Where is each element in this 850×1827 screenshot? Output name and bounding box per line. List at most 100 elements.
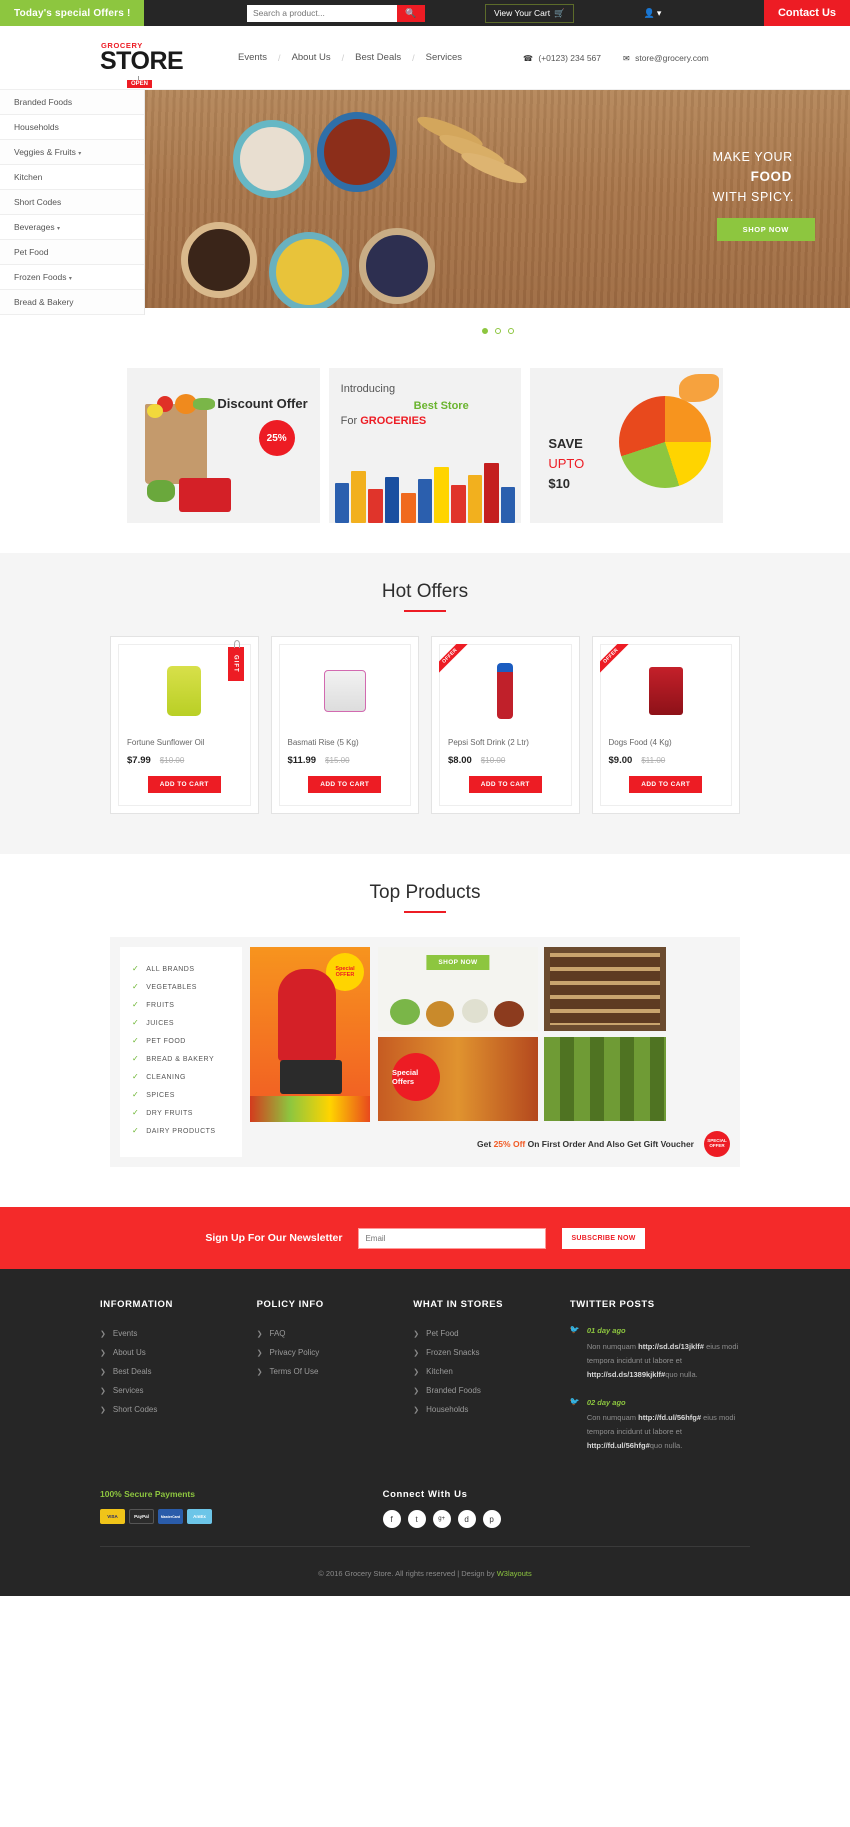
tweet-link[interactable]: http://sd.ds/13jklf# [638,1342,704,1351]
footer-link-label: Services [112,1386,144,1395]
category-item-dairy-products[interactable]: ✓ DAIRY PRODUCTS [132,1121,242,1139]
product-name: Fortune Sunflower Oil [127,738,205,747]
tweet-link[interactable]: http://fd.ul/56hfg# [638,1413,701,1422]
add-to-cart-button[interactable]: ADD TO CART [629,776,703,793]
promo-for-groceries: For GROCERIES [341,415,427,427]
sidebar-item-pet-food[interactable]: Pet Food [0,240,144,265]
product-card[interactable]: OFFER Pepsi Soft Drink (2 Ltr) $8.00 $10… [431,636,580,814]
sidebar-item-kitchen[interactable]: Kitchen [0,165,144,190]
footer-link-terms-of-use[interactable]: ❯ Terms Of Use [257,1362,414,1381]
sidebar-item-beverages[interactable]: Beverages ▾ [0,215,144,240]
site-footer: INFORMATION ❯ Events ❯ About Us ❯ Best Deal… [0,1269,850,1596]
footer-link-label: Households [426,1405,469,1414]
package [500,487,516,523]
category-item-dry-fruits[interactable]: ✓ DRY FRUITS [132,1103,242,1121]
tweet-text: quo nulla. [649,1441,683,1451]
footer-link-frozen-snacks[interactable]: ❯ Frozen Snacks [413,1343,570,1362]
footer-link-privacy-policy[interactable]: ❯ Privacy Policy [257,1343,414,1362]
store-aisle-tile[interactable] [544,947,666,1031]
category-item-pet-food[interactable]: ✓ PET FOOD [132,1031,242,1049]
search-input[interactable] [247,4,397,22]
contact-us-button[interactable]: Contact Us [763,0,850,26]
featured-offer-image[interactable]: Special OFFER [250,947,370,1122]
category-item-all-brands[interactable]: ✓ ALL BRANDS [132,959,242,977]
promo-card-best-store[interactable]: Introducing Best Store For GROCERIES [328,368,522,523]
sidebar-label: Frozen Foods [14,272,67,282]
category-item-fruits[interactable]: ✓ FRUITS [132,995,242,1013]
cart-icon: 🛒 [554,7,565,18]
footer-link-about-us[interactable]: ❯ About Us [100,1343,257,1362]
subscribe-button[interactable]: SUBSCRIBE NOW [562,1227,645,1249]
twitter-icon[interactable]: t [407,1510,426,1528]
logo[interactable]: GROCERY STORE OPEN [100,41,195,89]
spices-bowls-image [390,999,420,1025]
check-icon: ✓ [132,1035,140,1045]
sidebar-item-bread-bakery[interactable]: Bread & Bakery [0,290,144,315]
special-offers-circle: Special Offers [392,1053,440,1101]
sidebar-item-short-codes[interactable]: Short Codes [0,190,144,215]
special-offers-tile[interactable]: Special Offers [378,1037,538,1121]
product-card[interactable]: GIFT Fortune Sunflower Oil $7.99 $10.00 … [110,636,259,814]
vegetables-tile[interactable] [544,1037,666,1121]
category-item-juices[interactable]: ✓ JUICES [132,1013,242,1031]
sidebar-item-households[interactable]: Households [0,115,144,140]
add-to-cart-button[interactable]: ADD TO CART [308,776,382,793]
footer-link-faq[interactable]: ❯ FAQ [257,1324,414,1343]
promo-card-save[interactable]: SAVE UPTO $10 [530,368,724,523]
designer-link[interactable]: W3layouts [497,1569,532,1578]
footer-link-households[interactable]: ❯ Households [413,1400,570,1419]
nav-item-about-us[interactable]: About Us [281,52,342,63]
category-label: PET FOOD [146,1037,186,1045]
product-card[interactable]: OFFER Dogs Food (4 Kg) $9.00 $11.00 ADD … [591,636,740,814]
chevron-down-icon: ▾ [78,151,82,157]
user-icon: 👤 [643,7,655,18]
hero-shop-now-button[interactable]: SHOP NOW [716,218,815,241]
shop-now-button[interactable]: SHOP NOW [426,955,490,970]
nav-item-services[interactable]: Services [415,52,473,63]
chevron-right-icon: ❯ [100,1349,106,1357]
dribbble-icon[interactable]: d [457,1510,476,1528]
google-plus-icon[interactable]: g+ [432,1510,451,1528]
footer-link-pet-food[interactable]: ❯ Pet Food [413,1324,570,1343]
carousel-dot-2[interactable] [494,328,501,334]
carousel-dot-3[interactable] [507,328,514,334]
sidebar-item-branded-foods[interactable]: Branded Foods [0,90,144,115]
footer-link-short-codes[interactable]: ❯ Short Codes [100,1400,257,1419]
sidebar-item-veggies-fruits[interactable]: Veggies & Fruits ▾ [0,140,144,165]
shop-now-tile[interactable]: SHOP NOW [378,947,538,1031]
nav-item-best-deals[interactable]: Best Deals [344,52,412,63]
footer-link-events[interactable]: ❯ Events [100,1324,257,1343]
tweet-link[interactable]: http://fd.ul/56hfg# [587,1441,650,1450]
footer-link-best-deals[interactable]: ❯ Best Deals [100,1362,257,1381]
search-form: 🔍 [247,0,425,26]
promo-card-discount[interactable]: Discount Offer 25% [127,368,320,523]
food-strip-image [250,1096,370,1122]
add-to-cart-button[interactable]: ADD TO CART [147,776,221,793]
footer-link-services[interactable]: ❯ Services [100,1381,257,1400]
shopper-photo [278,969,336,1061]
hero-line-3: WITH SPICY. [712,190,794,205]
hero-banner: MAKE YOUR FOOD WITH SPICY. SHOP NOW [145,90,850,308]
search-icon[interactable]: 🔍 [397,4,425,22]
category-label: ALL BRANDS [146,965,195,973]
footer-link-kitchen[interactable]: ❯ Kitchen [413,1362,570,1381]
user-menu[interactable]: 👤 ▾ [644,0,662,26]
newsletter-email-input[interactable] [358,1227,547,1249]
carousel-dot-1[interactable] [481,328,488,334]
footer-link-branded-foods[interactable]: ❯ Branded Foods [413,1381,570,1400]
facebook-icon[interactable]: f [382,1510,401,1528]
product-card-inner: OFFER Dogs Food (4 Kg) $9.00 $11.00 ADD … [599,644,732,806]
pinterest-icon[interactable]: p [482,1510,501,1528]
category-item-vegetables[interactable]: ✓ VEGETABLES [132,977,242,995]
tweet-link[interactable]: http://sd.ds/1389kjklf# [587,1370,665,1379]
nav-item-events[interactable]: Events [227,52,278,63]
category-item-spices[interactable]: ✓ SPICES [132,1085,242,1103]
product-card[interactable]: Basmati Rise (5 Kg) $11.99 $15.00 ADD TO… [270,636,419,814]
category-item-bread-bakery[interactable]: ✓ BREAD & BAKERY [132,1049,242,1067]
pepsi-bottle-image [497,663,514,719]
view-cart-button[interactable]: View Your Cart 🛒 [485,3,574,23]
add-to-cart-button[interactable]: ADD TO CART [468,776,542,793]
category-item-cleaning[interactable]: ✓ CLEANING [132,1067,242,1085]
sidebar-item-frozen-foods[interactable]: Frozen Foods ▾ [0,265,144,290]
top-products-section: Top Products ✓ ALL BRANDS ✓ VEGETABLES ✓ FR… [0,854,850,1207]
